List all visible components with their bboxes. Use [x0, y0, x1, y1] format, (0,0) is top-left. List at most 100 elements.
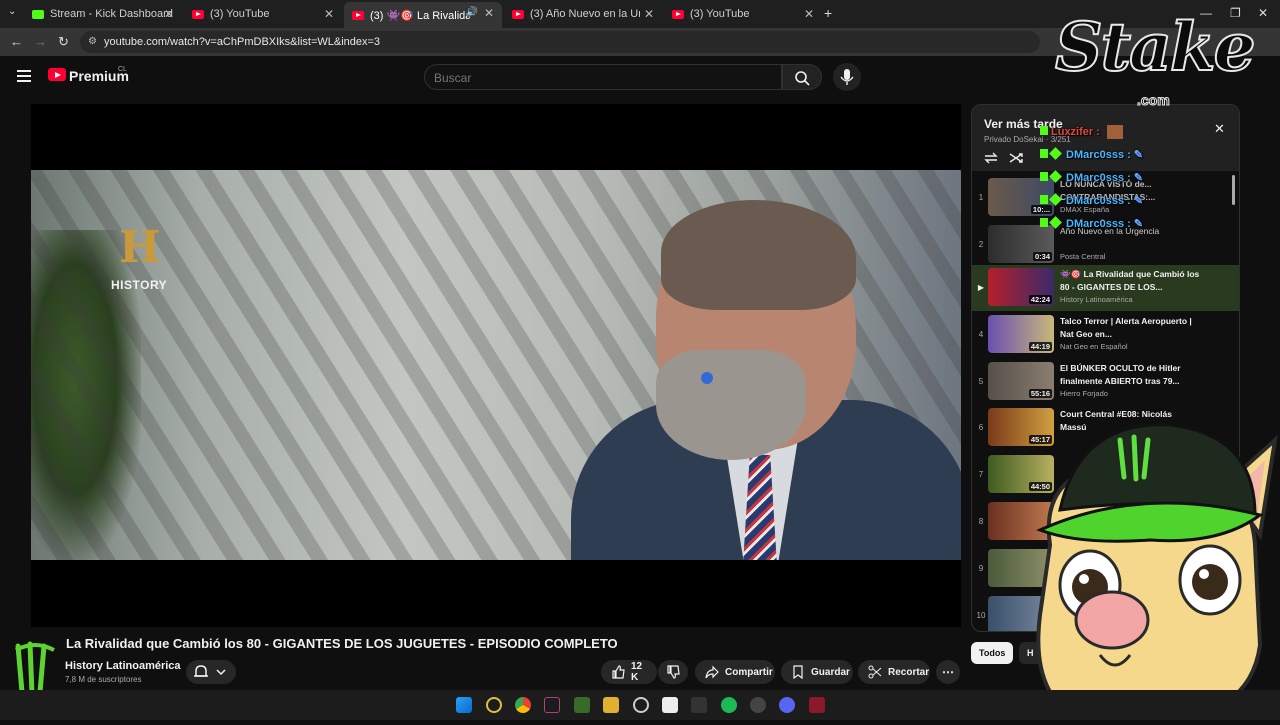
- kick-badge-icon: [1040, 149, 1048, 158]
- notifications-button[interactable]: [186, 660, 236, 684]
- speaker-icon[interactable]: 🔊: [466, 7, 478, 18]
- app-icon[interactable]: [750, 697, 766, 713]
- video-player[interactable]: H HISTORY: [31, 104, 961, 627]
- chrome-icon[interactable]: [515, 697, 531, 713]
- windows-start-icon[interactable]: [456, 697, 472, 713]
- back-icon[interactable]: ←: [10, 34, 23, 49]
- video-thumbnail: 44:19: [988, 315, 1054, 353]
- shuffle-icon[interactable]: [1008, 151, 1026, 165]
- history-channel-logo: H HISTORY: [111, 222, 168, 292]
- tab-ano-nuevo[interactable]: (3) Año Nuevo en la Urgencia - ✕: [504, 3, 662, 25]
- tab-youtube-1[interactable]: (3) YouTube ✕: [184, 3, 342, 25]
- loop-icon[interactable]: [982, 151, 1000, 165]
- kick-badge-icon: [1040, 218, 1048, 227]
- app-icon[interactable]: [574, 697, 590, 713]
- channel-name[interactable]: History Latinoamérica: [65, 660, 181, 672]
- playlist-item-now-playing[interactable]: ▶ 42:24 👾🎯 La Rivalidad que Cambió los 8…: [972, 265, 1239, 311]
- chat-message: DMarc0sss : ✎: [1040, 147, 1144, 161]
- close-playlist-icon[interactable]: ✕: [1214, 121, 1225, 137]
- video-thumbnail: 42:24: [988, 268, 1054, 306]
- thumbs-up-icon: [612, 665, 625, 679]
- chat-message: DMarc0sss : ✎: [1040, 170, 1144, 184]
- file-explorer-icon[interactable]: [603, 697, 619, 713]
- close-window-icon[interactable]: ✕: [1258, 6, 1268, 20]
- playlist-scrollbar[interactable]: [1232, 175, 1235, 205]
- microphone-icon: [840, 69, 854, 85]
- discord-icon[interactable]: [779, 697, 795, 713]
- playlist-item[interactable]: 5 55:16 El BÚNKER OCULTO de Hitler final…: [972, 359, 1239, 405]
- dislike-button[interactable]: [658, 660, 688, 684]
- close-tab-icon[interactable]: ✕: [804, 7, 814, 21]
- tab-active-video[interactable]: (3) 👾🎯 La Rivalidad que C 🔊 ✕: [344, 2, 502, 28]
- stake-sponsor-logo: Stake .com: [1054, 7, 1257, 109]
- app-icon[interactable]: [544, 697, 560, 713]
- windows-taskbar: [0, 690, 1280, 720]
- search-button[interactable]: [782, 64, 822, 90]
- clip-button[interactable]: Recortar: [858, 660, 930, 684]
- sub-badge-icon: [1049, 170, 1062, 183]
- search-input[interactable]: [425, 65, 781, 91]
- kick-badge-icon: [1040, 172, 1048, 181]
- hamburger-menu-icon[interactable]: [17, 70, 31, 82]
- thumbs-down-icon: [667, 665, 680, 679]
- site-info-icon[interactable]: ⚙: [88, 36, 97, 47]
- man-beard: [656, 350, 806, 460]
- sub-badge-icon: [1049, 216, 1062, 229]
- youtube-icon: [512, 9, 524, 19]
- like-button[interactable]: 12 K: [601, 660, 657, 684]
- emote-icon: ✎: [1133, 149, 1144, 161]
- youtube-logo-icon[interactable]: [48, 68, 66, 81]
- youtube-icon: [352, 10, 364, 20]
- kick-badge-icon: [1040, 125, 1048, 135]
- video-frame: H HISTORY: [31, 170, 961, 560]
- app-icon[interactable]: [691, 697, 707, 713]
- address-bar[interactable]: ⚙ youtube.com/watch?v=aChPmDBXIks&list=W…: [80, 31, 1040, 53]
- chip-all[interactable]: Todos: [971, 642, 1014, 664]
- save-button[interactable]: Guardar: [781, 660, 853, 684]
- obs-icon[interactable]: [633, 697, 649, 713]
- more-actions-button[interactable]: ⋯: [936, 660, 960, 684]
- like-count: 12 K: [631, 661, 643, 683]
- man-hair: [661, 200, 856, 310]
- region-code: CL: [118, 66, 127, 73]
- tab-search-icon[interactable]: ⌄: [8, 6, 16, 17]
- emote-icon: [1106, 125, 1123, 139]
- forward-icon[interactable]: →: [34, 34, 47, 49]
- emote-icon: ✎: [1133, 218, 1144, 230]
- emote-icon: ✎: [1133, 195, 1144, 207]
- close-tab-icon[interactable]: ✕: [324, 7, 334, 21]
- search-box[interactable]: [424, 64, 782, 91]
- new-tab-icon[interactable]: +: [824, 5, 832, 21]
- kick-icon: [32, 9, 44, 19]
- close-tab-icon[interactable]: ✕: [164, 7, 174, 21]
- youtube-icon: [672, 9, 684, 19]
- spotify-icon[interactable]: [721, 697, 737, 713]
- youtube-icon: [192, 9, 204, 19]
- sub-badge-icon: [1049, 193, 1062, 206]
- app-icon[interactable]: [662, 697, 678, 713]
- reload-icon[interactable]: ↻: [58, 34, 69, 50]
- share-icon: [705, 665, 719, 679]
- close-tab-icon[interactable]: ✕: [644, 7, 654, 21]
- subscriber-count: 7,8 M de suscriptores: [65, 675, 142, 684]
- chat-message: DMarc0sss : ✎: [1040, 193, 1144, 207]
- video-thumbnail: 0:34: [988, 225, 1054, 263]
- cat-mascot-overlay: [1020, 415, 1280, 722]
- share-button[interactable]: Compartir: [695, 660, 775, 684]
- emote-icon: ✎: [1133, 172, 1144, 184]
- voice-search-button[interactable]: [833, 63, 861, 91]
- tab-youtube-2[interactable]: (3) YouTube ✕: [664, 3, 822, 25]
- scissors-icon: [868, 665, 882, 679]
- url-text[interactable]: youtube.com/watch?v=aChPmDBXIks&list=WL&…: [104, 36, 380, 48]
- close-tab-icon[interactable]: ✕: [484, 6, 494, 20]
- kick-badge-icon: [1040, 195, 1048, 204]
- tab-kick-dashboard[interactable]: Stream - Kick Dashboard ✕: [24, 3, 182, 25]
- video-title: La Rivalidad que Cambió los 80 - GIGANTE…: [66, 636, 618, 651]
- sub-badge-icon: [1049, 147, 1062, 160]
- app-icon[interactable]: [486, 697, 502, 713]
- video-thumbnail: 55:16: [988, 362, 1054, 400]
- playlist-item[interactable]: 4 44:19 Talco Terror | Alerta Aeropuerto…: [972, 312, 1239, 358]
- bookmark-icon: [793, 665, 803, 679]
- app-icon[interactable]: [809, 697, 825, 713]
- bell-icon: [194, 665, 226, 677]
